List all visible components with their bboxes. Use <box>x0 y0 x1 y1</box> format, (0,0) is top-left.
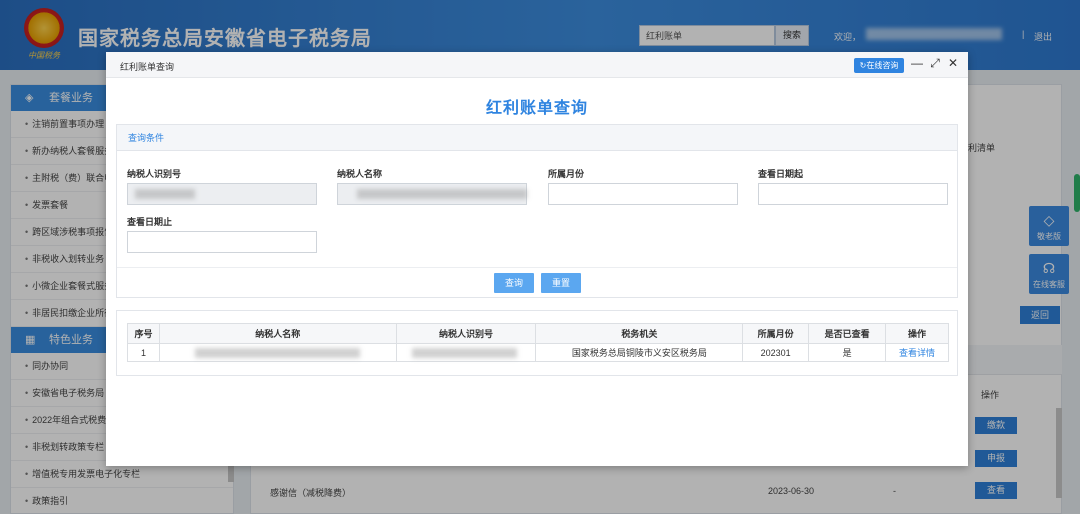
taxpayer-name-label: 纳税人名称 <box>337 169 383 179</box>
minimize-icon[interactable]: — <box>910 56 924 70</box>
view-date-end-input[interactable] <box>127 231 317 253</box>
month-input[interactable] <box>548 183 738 205</box>
redacted-taxpayer-name <box>357 189 527 199</box>
cell-taxpayer-id <box>395 343 537 362</box>
results-header-row: 序号 纳税人名称 纳税人识别号 税务机关 所属月份 是否已查看 操作 <box>127 323 949 344</box>
redacted-name <box>194 348 360 358</box>
maximize-icon[interactable]: ⤢ <box>928 56 942 71</box>
col-header-tax-authority: 税务机关 <box>535 323 744 344</box>
col-header-month: 所属月份 <box>742 323 810 344</box>
col-header-taxpayer-name: 纳税人名称 <box>158 323 397 344</box>
query-section-title: 查询条件 <box>117 125 957 151</box>
cell-taxpayer-name <box>158 343 397 362</box>
redacted-id <box>411 348 517 358</box>
col-header-action: 操作 <box>885 323 949 344</box>
cell-index: 1 <box>127 343 160 362</box>
online-consult-button[interactable]: ↻在线咨询 <box>854 58 904 73</box>
col-header-index: 序号 <box>127 323 160 344</box>
col-header-viewed: 是否已查看 <box>808 323 887 344</box>
reset-button[interactable]: 重置 <box>541 273 581 293</box>
close-icon[interactable]: ✕ <box>946 56 960 70</box>
taxpayer-id-label: 纳税人识别号 <box>127 169 182 179</box>
redacted-taxpayer-id <box>135 189 195 199</box>
query-conditions-panel: 查询条件 纳税人识别号 纳税人名称 所属月份 查看日期起 查看日期止 查询 重置 <box>116 124 958 298</box>
table-row: 1 国家税务总局铜陵市义安区税务局 202301 是 查看详情 <box>127 343 949 362</box>
dialog-title: 红利账单查询 <box>120 62 175 72</box>
query-button-row: 查询 重置 <box>117 267 957 298</box>
query-button[interactable]: 查询 <box>494 273 534 293</box>
cell-viewed: 是 <box>808 343 887 362</box>
view-date-start-label: 查看日期起 <box>758 169 804 179</box>
cell-month: 202301 <box>742 343 810 362</box>
view-details-link[interactable]: 查看详情 <box>885 343 949 362</box>
col-header-taxpayer-id: 纳税人识别号 <box>395 323 537 344</box>
results-table: 序号 纳税人名称 纳税人识别号 税务机关 所属月份 是否已查看 操作 1 国家税… <box>127 323 949 362</box>
dialog-titlebar: 红利账单查询 ↻在线咨询 — ⤢ ✕ <box>106 52 968 78</box>
bonus-bill-dialog: 红利账单查询 ↻在线咨询 — ⤢ ✕ 红利账单查询 查询条件 纳税人识别号 纳税… <box>106 52 968 466</box>
month-label: 所属月份 <box>548 169 585 179</box>
cell-tax-authority: 国家税务总局铜陵市义安区税务局 <box>535 343 744 362</box>
results-panel: 序号 纳税人名称 纳税人识别号 税务机关 所属月份 是否已查看 操作 1 国家税… <box>116 310 958 376</box>
dialog-heading: 红利账单查询 <box>485 100 588 117</box>
view-date-start-input[interactable] <box>758 183 948 205</box>
view-date-end-label: 查看日期止 <box>127 217 173 227</box>
